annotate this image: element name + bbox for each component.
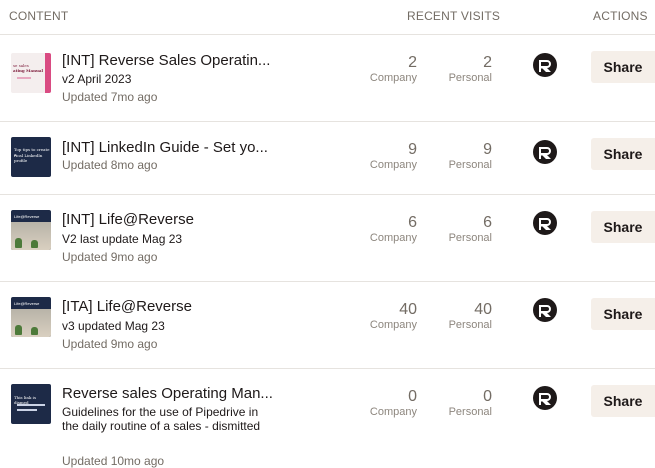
company-visit-count: 0 (408, 388, 417, 405)
company-label: Company (369, 159, 417, 171)
personal-visits: 9 Personal (432, 141, 492, 172)
personal-label: Personal (448, 319, 492, 331)
updated-time: Updated 10mo ago (62, 454, 165, 468)
document-title[interactable]: [INT] Life@Reverse (62, 211, 194, 229)
personal-visits: 40 Personal (432, 301, 492, 332)
company-visits: 2 Company (357, 54, 417, 85)
thumbnail-decoration (17, 404, 45, 406)
company-visits: 9 Company (357, 141, 417, 172)
document-title[interactable]: Reverse sales Operating Man... (62, 385, 273, 403)
updated-time: Updated 9mo ago (62, 337, 158, 351)
personal-visit-count: 6 (483, 214, 492, 231)
personal-visits: 6 Personal (432, 214, 492, 245)
thumbnail-decoration (15, 325, 22, 335)
company-label: Company (369, 406, 417, 418)
thumbnail-decoration (31, 327, 38, 335)
thumbnail-text: Life@Reverse (14, 301, 40, 306)
company-label: Company (369, 319, 417, 331)
document-title[interactable]: [INT] Reverse Sales Operatin... (62, 52, 270, 70)
thumbnail-decoration (17, 77, 31, 79)
document-thumbnail[interactable]: This link is dismed (11, 384, 51, 424)
thumbnail-text: Life@Reverse (14, 214, 40, 219)
thumbnail-decoration (31, 240, 38, 248)
personal-visits: 0 Personal (432, 388, 492, 419)
thumbnail-decoration (15, 238, 22, 248)
company-visit-count: 6 (408, 214, 417, 231)
reverse-logo-icon (533, 298, 557, 322)
company-visit-count: 9 (408, 141, 417, 158)
company-visits: 40 Company (357, 301, 417, 332)
reverse-logo-icon (533, 53, 557, 77)
share-button[interactable]: Share (591, 138, 655, 170)
document-description: v2 April 2023 (62, 72, 132, 86)
updated-time: Updated 7mo ago (62, 90, 158, 104)
document-description: V2 last update Mag 23 (62, 232, 183, 246)
thumbnail-decoration (45, 53, 51, 93)
company-visit-count: 2 (408, 54, 417, 71)
personal-label: Personal (448, 406, 492, 418)
company-visit-count: 40 (399, 301, 417, 318)
column-header-content[interactable]: CONTENT (9, 9, 68, 23)
share-button[interactable]: Share (591, 298, 655, 330)
thumbnail-photo (11, 309, 51, 337)
document-thumbnail[interactable]: Life@Reverse (11, 210, 51, 250)
table-row[interactable]: Life@Reverse [ITA] Life@Reverse v3 updat… (0, 282, 655, 369)
thumbnail-decoration (17, 409, 37, 411)
personal-visit-count: 2 (483, 54, 492, 71)
share-button[interactable]: Share (591, 51, 655, 83)
document-thumbnail[interactable]: Top tips to create a rical LinkedIn prof… (11, 137, 51, 177)
personal-label: Personal (448, 232, 492, 244)
reverse-logo-icon (533, 386, 557, 410)
company-visits: 0 Company (357, 388, 417, 419)
table-row[interactable]: This link is dismed Reverse sales Operat… (0, 369, 655, 468)
updated-time: Updated 8mo ago (62, 158, 158, 172)
table-row[interactable]: Life@Reverse [INT] Life@Reverse V2 last … (0, 195, 655, 282)
thumbnail-text: ating Manual (13, 68, 44, 73)
document-description: Guidelines for the use of Pipedrive in t… (62, 405, 261, 433)
table-row[interactable]: se sales ating Manual [INT] Reverse Sale… (0, 35, 655, 122)
document-description: v3 updated Mag 23 (62, 319, 165, 333)
personal-label: Personal (448, 159, 492, 171)
share-button[interactable]: Share (591, 385, 655, 417)
updated-time: Updated 9mo ago (62, 250, 158, 264)
company-visits: 6 Company (357, 214, 417, 245)
personal-label: Personal (448, 72, 492, 84)
document-thumbnail[interactable]: se sales ating Manual (11, 53, 51, 93)
document-title[interactable]: [INT] LinkedIn Guide - Set yo... (62, 139, 268, 157)
reverse-logo-icon (533, 140, 557, 164)
personal-visit-count: 40 (474, 301, 492, 318)
thumbnail-photo (11, 222, 51, 250)
reverse-logo-icon (533, 211, 557, 235)
table-row[interactable]: Top tips to create a rical LinkedIn prof… (0, 122, 655, 195)
company-label: Company (369, 232, 417, 244)
personal-visit-count: 0 (483, 388, 492, 405)
column-header-recent-visits[interactable]: RECENT VISITS (407, 9, 500, 23)
column-header-actions: ACTIONS (593, 9, 648, 23)
personal-visits: 2 Personal (432, 54, 492, 85)
share-button[interactable]: Share (591, 211, 655, 243)
personal-visit-count: 9 (483, 141, 492, 158)
thumbnail-text: rical LinkedIn profile (14, 153, 43, 163)
document-thumbnail[interactable]: Life@Reverse (11, 297, 51, 337)
table-header: CONTENT RECENT VISITS ACTIONS (0, 0, 655, 35)
document-title[interactable]: [ITA] Life@Reverse (62, 298, 192, 316)
company-label: Company (369, 72, 417, 84)
